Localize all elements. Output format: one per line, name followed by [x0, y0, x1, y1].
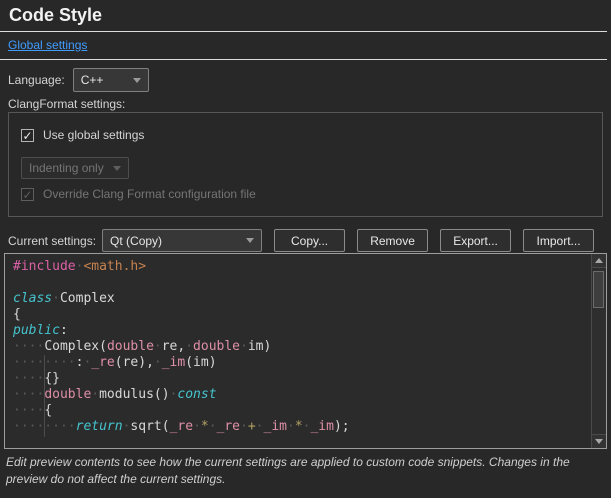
code-line: ········return·sqrt(_re·*·_re·+·_im·*·_i… — [13, 419, 592, 435]
checkbox-check-icon: ✓ — [21, 188, 34, 201]
use-global-settings-checkbox[interactable]: ✓ Use global settings — [21, 128, 144, 142]
code-line: { — [13, 307, 592, 323]
indenting-mode-dropdown[interactable]: Indenting only — [21, 157, 129, 179]
current-settings-dropdown[interactable]: Qt (Copy) — [102, 229, 262, 252]
current-settings-row: Current settings: Qt (Copy) Copy... Remo… — [8, 229, 594, 252]
code-preview-content[interactable]: #include·<math.h> class·Complex{public:·… — [5, 254, 592, 448]
language-dropdown-value: C++ — [81, 73, 104, 87]
code-line: ····{} — [13, 371, 592, 387]
scrollbar-thumb[interactable] — [593, 271, 604, 308]
code-line: class·Complex — [13, 291, 592, 307]
indenting-mode-value: Indenting only — [29, 161, 104, 175]
page-title: Code Style — [9, 5, 102, 26]
language-label: Language: — [8, 73, 65, 87]
scroll-up-button[interactable] — [592, 254, 606, 268]
preview-hint-text: Edit preview contents to see how the cur… — [6, 454, 606, 488]
global-settings-link[interactable]: Global settings — [8, 38, 87, 52]
clangformat-section-label: ClangFormat settings: — [8, 97, 125, 111]
separator — [0, 59, 607, 60]
copy-button[interactable]: Copy... — [274, 229, 345, 252]
override-clang-format-label: Override Clang Format configuration file — [43, 187, 256, 201]
use-global-settings-label: Use global settings — [43, 128, 144, 142]
scroll-up-icon — [595, 258, 603, 263]
scroll-down-icon — [595, 439, 603, 444]
checkbox-check-icon: ✓ — [21, 129, 34, 142]
clangformat-groupbox: ✓ Use global settings Indenting only ✓ O… — [8, 112, 603, 217]
code-line: ····Complex(double·re,·double·im) — [13, 339, 592, 355]
remove-button[interactable]: Remove — [357, 229, 428, 252]
code-line: ····{ — [13, 403, 592, 419]
language-row: Language: C++ — [8, 68, 149, 92]
code-line: public: — [13, 323, 592, 339]
chevron-down-icon — [133, 78, 141, 83]
code-preview-editor[interactable]: #include·<math.h> class·Complex{public:·… — [4, 253, 607, 449]
current-settings-value: Qt (Copy) — [110, 234, 162, 248]
chevron-down-icon — [113, 166, 121, 171]
import-button[interactable]: Import... — [523, 229, 594, 252]
editor-scrollbar[interactable] — [591, 254, 606, 448]
code-line: #include·<math.h> — [13, 259, 592, 275]
code-line: ····double·modulus()·const — [13, 387, 592, 403]
code-line — [13, 275, 592, 291]
separator — [0, 31, 607, 32]
chevron-down-icon — [246, 238, 254, 243]
override-clang-format-checkbox[interactable]: ✓ Override Clang Format configuration fi… — [21, 187, 256, 201]
scroll-down-button[interactable] — [592, 434, 606, 448]
code-line: ········:·_re(re),·_im(im) — [13, 355, 592, 371]
current-settings-label: Current settings: — [8, 234, 96, 248]
export-button[interactable]: Export... — [440, 229, 511, 252]
language-dropdown[interactable]: C++ — [73, 68, 149, 92]
indent-guide-line — [44, 355, 45, 437]
code-style-settings-page: Code Style Global settings Language: C++… — [0, 0, 611, 498]
